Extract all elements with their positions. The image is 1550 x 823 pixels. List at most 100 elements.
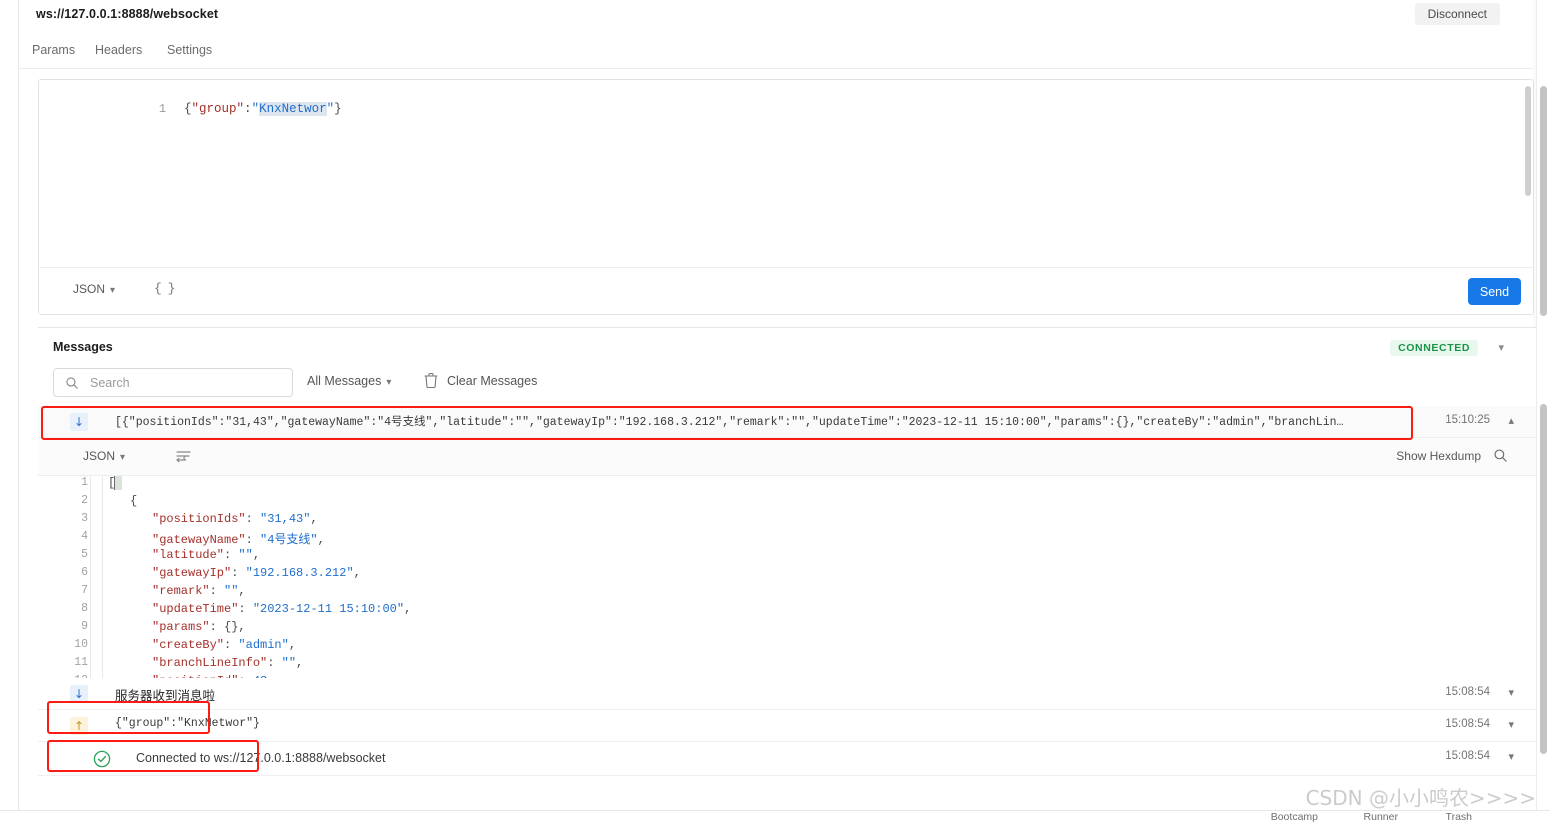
message-preview-text: [{"positionIds":"31,43","gatewayName":"4…	[115, 416, 1344, 429]
line-number: 1	[158, 102, 167, 116]
detail-line-body: "gatewayIp": "192.168.3.212",	[108, 566, 361, 580]
tab-headers[interactable]: Headers	[95, 43, 142, 57]
detail-line-number: 6	[81, 566, 88, 579]
chevron-down-icon[interactable]: ▾	[1498, 341, 1504, 354]
detail-line-body: "params": {},	[108, 620, 246, 634]
detail-token-plain: ,	[317, 533, 325, 547]
editor-scrollbar-thumb[interactable]	[1525, 86, 1531, 196]
status-bar: Bootcamp Runner Trash	[0, 810, 1550, 823]
message-row[interactable]: ↑ {"group":"KnxNetwor"} 15:08:54 ▾	[38, 710, 1550, 742]
detail-token-str: "2023-12-11 15:10:00"	[252, 602, 405, 616]
request-tabs: Params Headers Settings	[19, 36, 1533, 69]
detail-line-body: "gatewayName": "4号支线",	[108, 530, 325, 547]
status-bar-bootcamp[interactable]: Bootcamp	[1271, 811, 1318, 823]
send-button[interactable]: Send	[1468, 278, 1521, 305]
code-colon: :	[244, 102, 252, 116]
main-column: ws://127.0.0.1:8888/websocket Disconnect…	[19, 0, 1550, 823]
messages-toolbar: All Messages ▾ Clear Messages	[38, 368, 1550, 404]
wrap-lines-icon[interactable]	[176, 449, 192, 463]
detail-line-number: 10	[74, 638, 88, 651]
detail-line-number: 7	[81, 584, 88, 597]
detail-token-brace: {	[130, 494, 138, 508]
message-filter-select[interactable]: All Messages ▾	[307, 374, 391, 388]
detail-token-key: "remark"	[152, 584, 210, 598]
detail-token-plain: :	[267, 656, 282, 670]
detail-token-key: "positionIds"	[152, 512, 246, 526]
tab-settings[interactable]: Settings	[167, 43, 212, 57]
left-rail	[0, 0, 19, 823]
tab-params[interactable]: Params	[32, 43, 75, 57]
connection-log-timestamp: 15:08:54	[1445, 750, 1490, 762]
message-timestamp: 15:10:25	[1445, 414, 1490, 426]
detail-line-number: 11	[74, 656, 88, 669]
status-bar-trash[interactable]: Trash	[1446, 811, 1472, 823]
code-quote-close: "	[326, 102, 335, 116]
detail-code-line: 11 "branchLineInfo": "",	[38, 656, 1550, 674]
arrow-down-icon: ↓	[70, 685, 88, 703]
websocket-url[interactable]: ws://127.0.0.1:8888/websocket	[36, 7, 218, 21]
request-format-select[interactable]: JSON ▾	[73, 282, 115, 296]
search-icon[interactable]	[1493, 448, 1508, 463]
detail-token-key: "updateTime"	[152, 602, 239, 616]
arrow-down-icon: ↓	[70, 413, 88, 431]
code-line-1: 1 {"group":"KnxNetwor"}	[39, 88, 342, 130]
detail-token-plain: ,	[288, 638, 297, 652]
status-bar-runner[interactable]: Runner	[1364, 811, 1398, 823]
search-box[interactable]	[53, 368, 293, 397]
chevron-down-icon[interactable]: ▾	[1508, 750, 1514, 763]
show-hexdump-button[interactable]: Show Hexdump	[1396, 449, 1481, 463]
detail-token-plain: :	[209, 620, 225, 634]
message-detail-code[interactable]: 1[ 2{3 "positionIds": "31,43", 4 "gatewayNa…	[38, 476, 1550, 678]
request-format-label: JSON	[73, 282, 106, 296]
chevron-down-icon: ▾	[110, 285, 116, 296]
detail-line-body: "positionIds": "31,43",	[108, 512, 318, 526]
detail-token-plain: ,	[238, 584, 246, 598]
arrow-up-icon: ↑	[70, 717, 88, 735]
detail-line-body: "updateTime": "2023-12-11 15:10:00",	[108, 602, 411, 616]
chevron-down-icon: ▾	[120, 452, 126, 463]
request-code-area[interactable]: 1 {"group":"KnxNetwor"}	[39, 80, 1533, 268]
postman-websocket-window: ws://127.0.0.1:8888/websocket Disconnect…	[0, 0, 1550, 823]
scrollbar-thumb-lower[interactable]	[1540, 404, 1547, 754]
detail-code-line: 5 "latitude": "",	[38, 548, 1550, 566]
detail-line-body: "branchLineInfo": "",	[108, 656, 303, 670]
message-row[interactable]: ↓ 服务器收到消息啦 15:08:54 ▾	[38, 678, 1550, 710]
detail-line-number: 3	[81, 512, 88, 525]
code-open-brace: {	[184, 102, 192, 116]
connection-log-row[interactable]: Connected to ws://127.0.0.1:8888/websock…	[38, 742, 1550, 776]
trash-icon[interactable]	[424, 372, 438, 388]
detail-token-key: "params"	[152, 620, 210, 634]
messages-list: ↓ [{"positionIds":"31,43","gatewayName":…	[38, 406, 1550, 823]
clear-messages-button[interactable]: Clear Messages	[447, 374, 537, 388]
detail-code-line: 1[	[38, 476, 1550, 494]
messages-title: Messages	[53, 340, 113, 354]
message-row[interactable]: ↓ [{"positionIds":"31,43","gatewayName":…	[38, 406, 1550, 438]
request-editor-footer: JSON ▾ { } Send	[39, 267, 1533, 314]
detail-token-plain: ,	[296, 656, 304, 670]
search-input[interactable]	[88, 369, 283, 396]
detail-token-plain: ,	[404, 602, 412, 616]
request-editor-card: 1 {"group":"KnxNetwor"} JSON ▾ { } Send	[38, 79, 1534, 315]
detail-token-plain: :	[224, 638, 239, 652]
detail-token-key: "gatewayName"	[152, 533, 246, 547]
detail-token-plain: ,	[353, 566, 361, 580]
beautify-icon[interactable]: { }	[154, 281, 175, 296]
status-badge: CONNECTED	[1390, 340, 1478, 356]
chevron-up-icon[interactable]: ▴	[1508, 414, 1514, 427]
detail-line-body: "latitude": "",	[108, 548, 260, 562]
window-scrollbar[interactable]	[1536, 0, 1550, 823]
detail-token-str: "4号支线"	[260, 533, 318, 547]
detail-code-line: 9 "params": {},	[38, 620, 1550, 638]
detail-line-number: 1	[81, 476, 88, 489]
detail-line-number: 9	[81, 620, 88, 633]
chevron-down-icon[interactable]: ▾	[1508, 686, 1514, 699]
detail-token-plain: ,	[252, 548, 261, 562]
detail-token-key: "createBy"	[152, 638, 225, 652]
code-quote-open: "	[251, 102, 260, 116]
detail-format-select[interactable]: JSON ▾	[83, 449, 125, 463]
chevron-down-icon[interactable]: ▾	[1508, 718, 1514, 731]
disconnect-button[interactable]: Disconnect	[1414, 3, 1500, 25]
detail-token-str: "admin"	[238, 638, 289, 652]
scrollbar-thumb-upper[interactable]	[1540, 86, 1547, 316]
code-close-brace: }	[334, 102, 342, 116]
